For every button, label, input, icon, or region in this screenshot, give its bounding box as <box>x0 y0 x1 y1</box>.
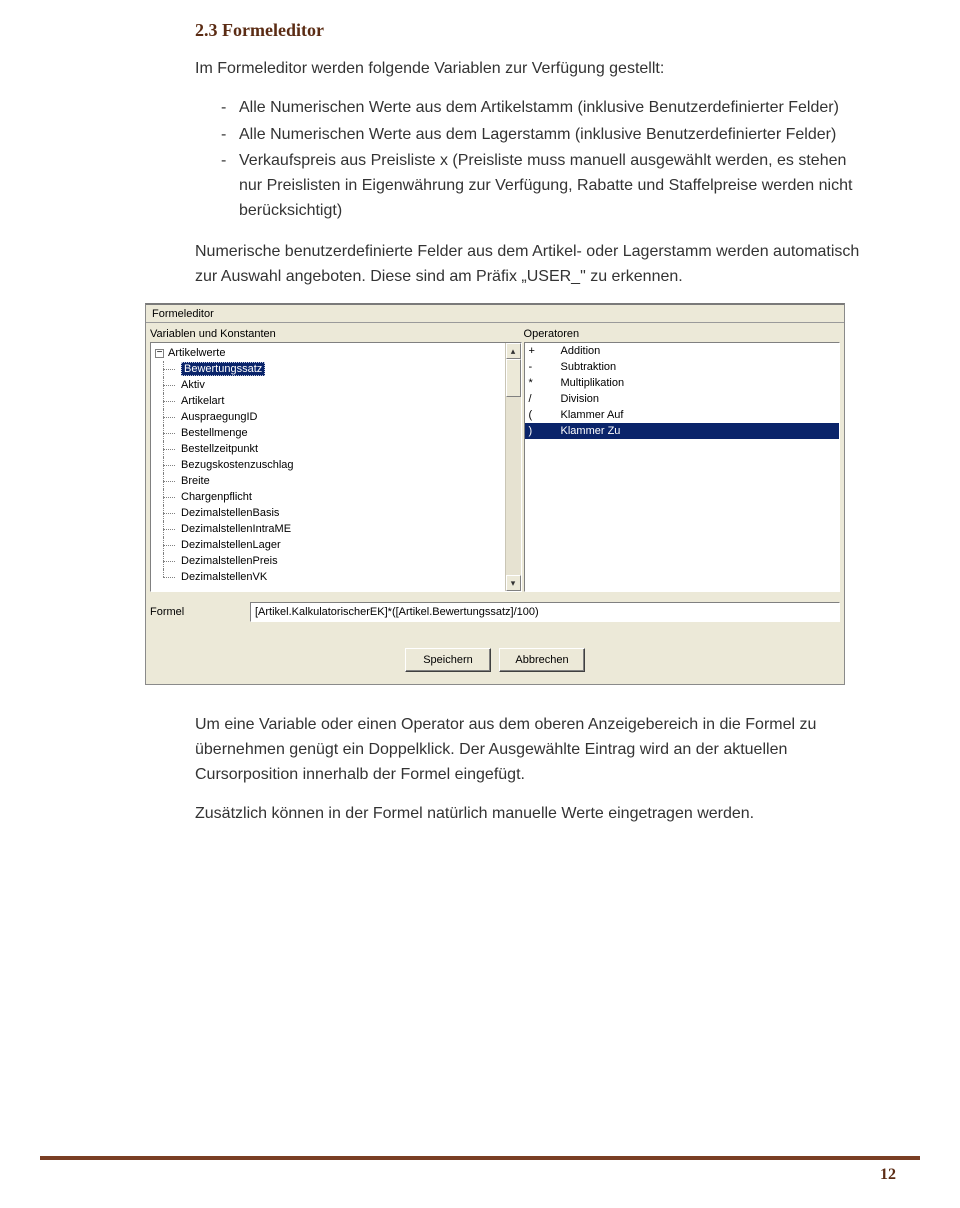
tree-item[interactable]: Aktiv <box>181 379 205 391</box>
paragraph: Zusätzlich können in der Formel natürlic… <box>195 802 860 827</box>
scrollbar[interactable]: ▴ ▾ <box>505 343 521 591</box>
tree-item[interactable]: DezimalstellenPreis <box>181 555 278 567</box>
page-number: 12 <box>880 1166 920 1184</box>
tree-collapse-icon[interactable]: − <box>155 349 164 358</box>
bullet-text: Alle Numerischen Werte aus dem Artikelst… <box>239 96 860 121</box>
list-item: - Verkaufspreis aus Preisliste x (Preisl… <box>221 149 860 223</box>
scroll-up-icon[interactable]: ▴ <box>506 343 521 359</box>
page-footer: 12 <box>40 1156 920 1184</box>
operator-row[interactable]: *Multiplikation <box>525 375 839 391</box>
tree-item[interactable]: DezimalstellenIntraME <box>181 523 291 535</box>
intro-paragraph: Im Formeleditor werden folgende Variable… <box>195 57 860 82</box>
tree-item[interactable]: DezimalstellenBasis <box>181 507 279 519</box>
scroll-down-icon[interactable]: ▾ <box>506 575 521 591</box>
cancel-button[interactable]: Abbrechen <box>499 648 585 672</box>
tree-root[interactable]: Artikelwerte <box>168 347 225 359</box>
paragraph: Numerische benutzerdefinierte Felder aus… <box>195 240 860 290</box>
bullet-list: - Alle Numerischen Werte aus dem Artikel… <box>195 96 860 224</box>
scroll-thumb[interactable] <box>506 359 521 397</box>
formeleditor-window: Formeleditor Variablen und Konstanten − … <box>145 303 845 685</box>
tree-item[interactable]: AuspraegungID <box>181 411 257 423</box>
tree-item[interactable]: Artikelart <box>181 395 224 407</box>
list-item: - Alle Numerischen Werte aus dem Lagerst… <box>221 123 860 148</box>
bullet-dash: - <box>221 96 239 121</box>
window-title: Formeleditor <box>146 305 844 323</box>
variables-label: Variablen und Konstanten <box>150 327 522 342</box>
bullet-text: Verkaufspreis aus Preisliste x (Preislis… <box>239 149 860 223</box>
list-item: - Alle Numerischen Werte aus dem Artikel… <box>221 96 860 121</box>
tree-item[interactable]: DezimalstellenVK <box>181 571 267 583</box>
formula-label: Formel <box>150 606 240 618</box>
operator-row[interactable]: /Division <box>525 391 839 407</box>
operator-row[interactable]: +Addition <box>525 343 839 359</box>
variables-listbox[interactable]: − Artikelwerte Bewertungssatz Aktiv Arti… <box>150 342 522 592</box>
formula-input[interactable]: [Artikel.KalkulatorischerEK]*([Artikel.B… <box>250 602 840 622</box>
tree-item[interactable]: Breite <box>181 475 210 487</box>
operator-row[interactable]: (Klammer Auf <box>525 407 839 423</box>
tree-item-selected[interactable]: Bewertungssatz <box>181 362 265 376</box>
section-heading: 2.3 Formeleditor <box>195 20 860 41</box>
operators-listbox[interactable]: +Addition -Subtraktion *Multiplikation /… <box>524 342 840 592</box>
save-button[interactable]: Speichern <box>405 648 491 672</box>
bullet-text: Alle Numerischen Werte aus dem Lagerstam… <box>239 123 860 148</box>
tree-item[interactable]: Bezugskostenzuschlag <box>181 459 294 471</box>
tree-item[interactable]: Chargenpflicht <box>181 491 252 503</box>
operator-row-selected[interactable]: )Klammer Zu <box>525 423 839 439</box>
operators-label: Operatoren <box>524 327 840 342</box>
tree-item[interactable]: Bestellzeitpunkt <box>181 443 258 455</box>
tree-item[interactable]: Bestellmenge <box>181 427 248 439</box>
operator-row[interactable]: -Subtraktion <box>525 359 839 375</box>
tree-item[interactable]: DezimalstellenLager <box>181 539 281 551</box>
bullet-dash: - <box>221 149 239 174</box>
paragraph: Um eine Variable oder einen Operator aus… <box>195 713 860 787</box>
bullet-dash: - <box>221 123 239 148</box>
